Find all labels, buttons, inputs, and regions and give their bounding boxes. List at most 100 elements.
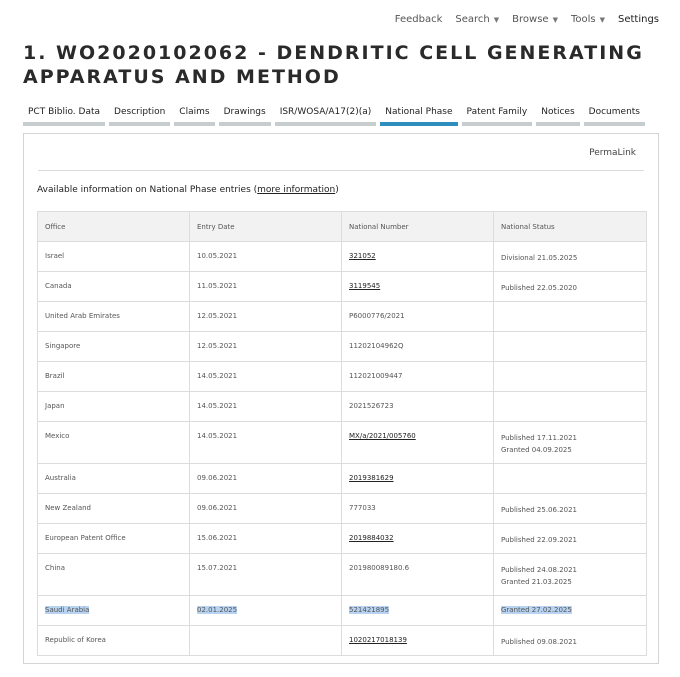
cell-status: Published 17.11.2021 Granted 04.09.2025 xyxy=(493,421,647,464)
cell-office: Japan xyxy=(37,391,190,422)
cell-status: Granted 27.02.2025 xyxy=(493,595,647,626)
cell-office: Mexico xyxy=(37,421,190,464)
table-row: Canada 11.05.2021 3119545 Published 22.0… xyxy=(37,271,647,302)
tools-menu[interactable]: Tools ▼ xyxy=(571,14,605,25)
cell-status xyxy=(493,331,647,362)
browse-menu-label: Browse xyxy=(512,13,549,25)
cell-status: Published 09.08.2021 xyxy=(493,625,647,656)
cell-office: Saudi Arabia xyxy=(37,595,190,626)
cell-national-number: 2021526723 xyxy=(341,391,494,422)
chevron-down-icon: ▼ xyxy=(493,15,500,24)
cell-entry-date: 09.06.2021 xyxy=(189,463,342,494)
table-row: Republic of Korea 1020217018139 Publishe… xyxy=(37,625,647,656)
feedback-link[interactable]: Feedback xyxy=(395,14,443,25)
selected-text: Saudi Arabia xyxy=(45,606,90,614)
cell-entry-date: 10.05.2021 xyxy=(189,241,342,272)
national-number-link[interactable]: 1020217018139 xyxy=(349,636,407,644)
selected-text: Granted 27.02.2025 xyxy=(501,606,572,614)
tab-drawings[interactable]: Drawings xyxy=(218,104,271,126)
table-row: China 15.07.2021 201980089180.6 Publishe… xyxy=(37,553,647,596)
cell-national-number: MX/a/2021/005760 xyxy=(341,421,494,464)
cell-national-number: 521421895 xyxy=(341,595,494,626)
cell-entry-date: 15.06.2021 xyxy=(189,523,342,554)
national-number-link[interactable]: 2019381629 xyxy=(349,474,394,482)
header-entry-date: Entry Date xyxy=(189,211,342,242)
header-national-status: National Status xyxy=(493,211,647,242)
selected-text: 521421895 xyxy=(349,606,390,614)
cell-office: Singapore xyxy=(37,331,190,362)
cell-status xyxy=(493,463,647,494)
table-row: Australia 09.06.2021 2019381629 xyxy=(37,463,647,494)
national-number-link[interactable]: MX/a/2021/005760 xyxy=(349,432,416,440)
national-phase-panel: PermaLink Available information on Natio… xyxy=(23,133,659,664)
national-number-link[interactable]: 321052 xyxy=(349,252,376,260)
selected-text: 02.01.2025 xyxy=(197,606,238,614)
cell-status: Divisional 21.05.2025 xyxy=(493,241,647,272)
tab-bar: PCT Biblio. Data Description Claims Draw… xyxy=(23,104,649,126)
cell-national-number: 201980089180.6 xyxy=(341,553,494,596)
tab-patent-family[interactable]: Patent Family xyxy=(461,104,533,126)
table-row: Singapore 12.05.2021 11202104962Q xyxy=(37,331,647,362)
search-menu[interactable]: Search ▼ xyxy=(455,14,499,25)
status-line: Published 09.08.2021 xyxy=(501,638,578,646)
cell-entry-date: 09.06.2021 xyxy=(189,493,342,524)
tab-national-phase[interactable]: National Phase xyxy=(380,104,458,126)
top-navigation: Feedback Search ▼ Browse ▼ Tools ▼ Settings xyxy=(382,12,659,26)
status-line: Granted 21.03.2025 xyxy=(501,578,572,586)
cell-status: Published 24.08.2021 Granted 21.03.2025 xyxy=(493,553,647,596)
tab-isr-wosa[interactable]: ISR/WOSA/A17(2)(a) xyxy=(274,104,377,126)
cell-status: Published 22.09.2021 xyxy=(493,523,647,554)
cell-entry-date xyxy=(189,625,342,656)
table-row: Japan 14.05.2021 2021526723 xyxy=(37,391,647,422)
page-title: 1. WO2020102062 - DENDRITIC CELL GENERAT… xyxy=(23,42,644,88)
table-header-row: Office Entry Date National Number Nation… xyxy=(37,211,647,242)
national-number-link[interactable]: 2019884032 xyxy=(349,534,394,542)
table-row: Israel 10.05.2021 321052 Divisional 21.0… xyxy=(37,241,647,272)
permalink-link[interactable]: PermaLink xyxy=(589,148,636,158)
cell-status: Published 25.06.2021 xyxy=(493,493,647,524)
tab-description[interactable]: Description xyxy=(109,104,171,126)
tab-pct-biblio-data[interactable]: PCT Biblio. Data xyxy=(23,104,106,126)
cell-national-number: 11202104962Q xyxy=(341,331,494,362)
table-row: Brazil 14.05.2021 112021009447 xyxy=(37,361,647,392)
status-line: Published 25.06.2021 xyxy=(501,506,578,514)
status-line: Published 17.11.2021 xyxy=(501,434,578,442)
cell-entry-date: 14.05.2021 xyxy=(189,391,342,422)
cell-office: European Patent Office xyxy=(37,523,190,554)
national-number-link[interactable]: 3119545 xyxy=(349,282,380,290)
tab-claims[interactable]: Claims xyxy=(174,104,215,126)
cell-entry-date: 15.07.2021 xyxy=(189,553,342,596)
cell-status: Published 22.05.2020 xyxy=(493,271,647,302)
cell-status xyxy=(493,391,647,422)
tab-documents[interactable]: Documents xyxy=(583,104,645,126)
table-row: United Arab Emirates 12.05.2021 P6000776… xyxy=(37,301,647,332)
cell-national-number: 112021009447 xyxy=(341,361,494,392)
cell-national-number: 777033 xyxy=(341,493,494,524)
status-line: Divisional 21.05.2025 xyxy=(501,254,578,262)
cell-national-number: 1020217018139 xyxy=(341,625,494,656)
status-line: Published 24.08.2021 xyxy=(501,566,578,574)
cell-office: Australia xyxy=(37,463,190,494)
cell-entry-date: 02.01.2025 xyxy=(189,595,342,626)
cell-national-number: P6000776/2021 xyxy=(341,301,494,332)
status-line: Published 22.09.2021 xyxy=(501,536,578,544)
cell-office: New Zealand xyxy=(37,493,190,524)
cell-office: China xyxy=(37,553,190,596)
settings-link[interactable]: Settings xyxy=(618,14,659,25)
tab-notices[interactable]: Notices xyxy=(536,104,580,126)
cell-entry-date: 14.05.2021 xyxy=(189,361,342,392)
cell-entry-date: 11.05.2021 xyxy=(189,271,342,302)
browse-menu[interactable]: Browse ▼ xyxy=(512,14,558,25)
more-information-link[interactable]: more information xyxy=(257,185,335,195)
cell-office: Brazil xyxy=(37,361,190,392)
cell-entry-date: 14.05.2021 xyxy=(189,421,342,464)
search-menu-label: Search xyxy=(455,13,490,25)
chevron-down-icon: ▼ xyxy=(552,15,558,24)
cell-office: Israel xyxy=(37,241,190,272)
divider xyxy=(38,170,644,171)
table-row: Mexico 14.05.2021 MX/a/2021/005760 Publi… xyxy=(37,421,647,464)
availability-prefix: Available information on National Phase … xyxy=(37,185,258,195)
status-line: Published 22.05.2020 xyxy=(501,284,578,292)
status-line: Granted 04.09.2025 xyxy=(501,446,572,454)
header-national-number: National Number xyxy=(341,211,494,242)
